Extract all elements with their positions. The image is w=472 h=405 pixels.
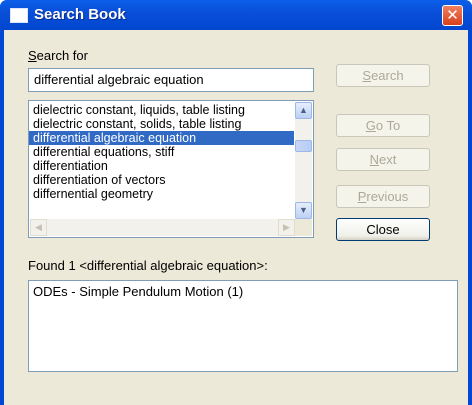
found-label: Found 1 <differential algebraic equation… (28, 258, 268, 273)
search-for-label: Search for (28, 48, 88, 63)
scroll-up-icon[interactable]: ▲ (295, 102, 312, 119)
horizontal-scrollbar[interactable]: ◀ ▶ (30, 219, 295, 236)
list-item[interactable]: dielectric constant, solids, table listi… (29, 117, 294, 131)
dialog-body: Search for differential algebraic equati… (4, 30, 468, 405)
window-icon (10, 8, 28, 23)
topic-list-items: dielectric constant, liquids, table list… (29, 103, 294, 217)
topic-list[interactable]: dielectric constant, liquids, table list… (28, 100, 314, 238)
list-item[interactable]: differentiation (29, 159, 294, 173)
results-list[interactable]: ODEs - Simple Pendulum Motion (1) (28, 280, 458, 372)
list-item[interactable]: differentiation of vectors (29, 173, 294, 187)
go-to-button[interactable]: Go To (336, 114, 430, 137)
result-item[interactable]: ODEs - Simple Pendulum Motion (1) (33, 284, 453, 300)
search-book-dialog: Search Book ✕ Search for differential al… (0, 0, 472, 405)
title-bar[interactable]: Search Book ✕ (0, 0, 472, 30)
list-item[interactable]: differential equations, stiff (29, 145, 294, 159)
scroll-down-icon[interactable]: ▼ (295, 202, 312, 219)
scroll-thumb[interactable] (295, 140, 312, 152)
search-input[interactable]: differential algebraic equation (28, 68, 314, 92)
scrollbar-corner (295, 219, 312, 236)
vertical-scrollbar[interactable]: ▲ ▼ (295, 102, 312, 219)
close-button[interactable]: Close (336, 218, 430, 241)
previous-button[interactable]: Previous (336, 185, 430, 208)
list-item[interactable]: differnential geometry (29, 187, 294, 201)
window-title: Search Book (34, 6, 126, 23)
scroll-left-icon[interactable]: ◀ (30, 219, 47, 236)
list-item-selected[interactable]: differential algebraic equation (29, 131, 294, 145)
scroll-right-icon[interactable]: ▶ (278, 219, 295, 236)
close-icon[interactable]: ✕ (442, 5, 463, 26)
list-item[interactable]: dielectric constant, liquids, table list… (29, 103, 294, 117)
search-button[interactable]: Search (336, 64, 430, 87)
next-button[interactable]: Next (336, 148, 430, 171)
